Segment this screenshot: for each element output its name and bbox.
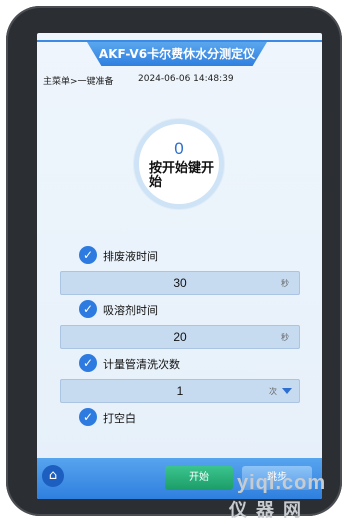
checkmark-icon[interactable]: ✓ [79, 246, 97, 264]
device-frame: AKF-V6卡尔费休水分测定仪 主菜单>一键准备 2024-06-06 14:4… [6, 6, 342, 516]
checkmark-icon[interactable]: ✓ [79, 408, 97, 426]
watermark: yiqi.com 仪器网 [227, 472, 342, 520]
solvent-intake-time-field[interactable]: 20 秒 [60, 325, 300, 349]
datetime: 2024-06-06 14:48:39 [138, 74, 234, 84]
header-line [37, 40, 322, 42]
dial-prompt: 按开始键开始 [149, 161, 215, 190]
app-title: AKF-V6卡尔费休水分测定仪 [87, 42, 267, 66]
option-label: 排废液时间 [103, 250, 158, 263]
drain-waste-time-field[interactable]: 30 秒 [60, 271, 300, 295]
watermark-line1: yiqi.com [237, 472, 327, 494]
field-value: 30 [173, 276, 187, 290]
watermark-line2: 仪器网 [229, 500, 310, 520]
dial-value: 0 [174, 139, 184, 158]
option-label: 打空白 [103, 412, 136, 425]
caret-down-icon[interactable] [282, 388, 292, 394]
checkmark-icon[interactable]: ✓ [79, 354, 97, 372]
start-button[interactable]: 开始 [165, 466, 233, 490]
tube-wash-count-select[interactable]: 1 次 [60, 379, 300, 403]
option-label: 计量管清洗次数 [103, 358, 180, 371]
field-unit: 次 [269, 387, 277, 396]
option-label: 吸溶剂时间 [103, 304, 158, 317]
breadcrumb: 主菜单>一键准备 [43, 77, 114, 87]
field-value: 1 [176, 384, 184, 398]
screen: AKF-V6卡尔费休水分测定仪 主菜单>一键准备 2024-06-06 14:4… [37, 33, 322, 499]
status-dial: 0 按开始键开始 [134, 119, 224, 209]
field-value: 20 [173, 330, 187, 344]
home-icon[interactable]: ⌂ [42, 465, 64, 487]
checkmark-icon[interactable]: ✓ [79, 300, 97, 318]
field-unit: 秒 [281, 333, 289, 342]
field-unit: 秒 [281, 279, 289, 288]
